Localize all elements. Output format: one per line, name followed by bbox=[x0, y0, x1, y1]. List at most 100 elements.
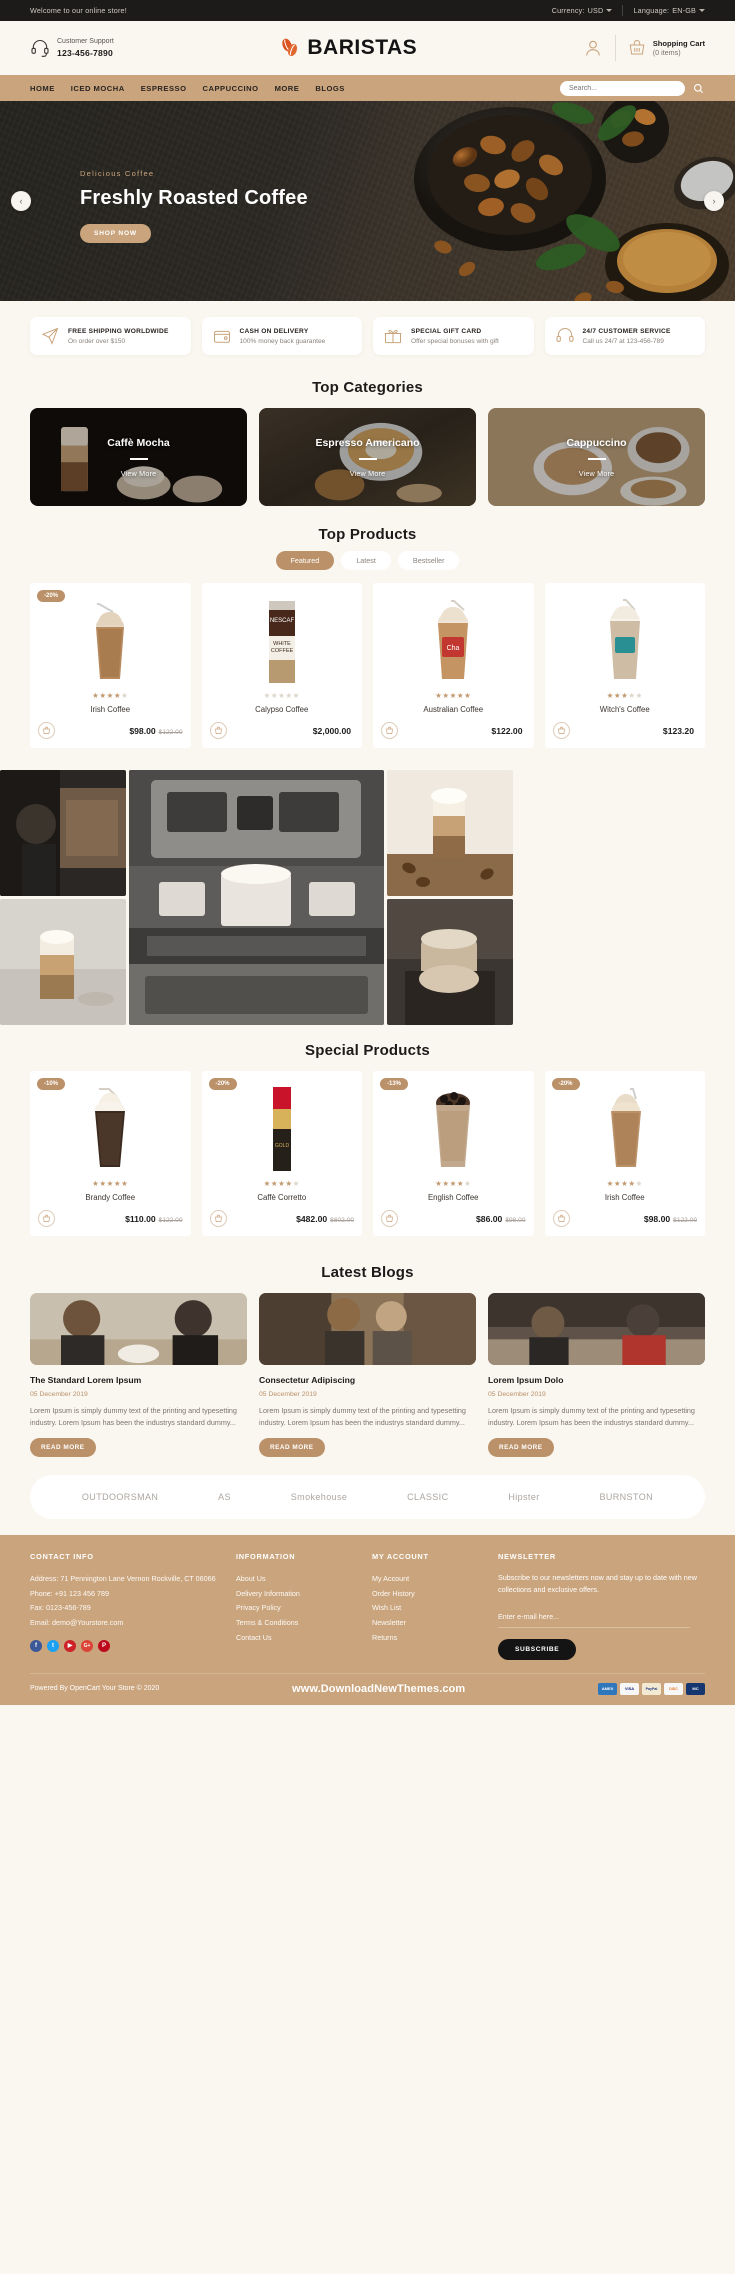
blog-image[interactable] bbox=[488, 1293, 705, 1365]
tab-bestseller[interactable]: Bestseller bbox=[397, 551, 460, 570]
footer-link-wish-list[interactable]: Wish List bbox=[372, 1601, 482, 1616]
category-card-mocha[interactable]: Caffè Mocha View More bbox=[30, 408, 247, 506]
nav-item-cappuccino[interactable]: CAPPUCCINO bbox=[203, 84, 259, 93]
user-account-icon[interactable] bbox=[583, 37, 603, 59]
product-card[interactable]: -10% ★★★★★ Brandy Coffee $110.00 $122.00 bbox=[30, 1071, 191, 1236]
carousel-prev-button[interactable]: ‹ bbox=[11, 191, 31, 211]
brand-logo-3[interactable]: Smokehouse bbox=[291, 1492, 348, 1502]
gallery-image-latte-glass[interactable] bbox=[0, 899, 126, 1025]
product-image bbox=[553, 1081, 698, 1173]
add-to-cart-icon[interactable] bbox=[209, 1210, 227, 1227]
blog-title[interactable]: Lorem Ipsum Dolo bbox=[488, 1375, 705, 1385]
product-card[interactable]: -20% ★★★★★ Irish Coffee $98.00 $122.00 bbox=[544, 1071, 705, 1236]
footer-link-newsletter[interactable]: Newsletter bbox=[372, 1616, 482, 1631]
blog-title[interactable]: The Standard Lorem Ipsum bbox=[30, 1375, 247, 1385]
cart-basket-icon bbox=[629, 40, 645, 55]
product-card[interactable]: -13% ★★★★★ English Coffee $86.00 $98.00 bbox=[373, 1071, 534, 1236]
product-price: $122.00 bbox=[491, 726, 525, 736]
product-card[interactable]: Cha ★★★★★ Australian Coffee $122.00 bbox=[373, 583, 534, 748]
nav-item-espresso[interactable]: ESPRESSO bbox=[141, 84, 187, 93]
add-to-cart-icon[interactable] bbox=[38, 722, 55, 739]
read-more-button[interactable]: READ MORE bbox=[259, 1437, 325, 1457]
product-price: $86.00 $98.00 bbox=[476, 1214, 525, 1224]
add-to-cart-icon[interactable] bbox=[209, 722, 227, 739]
chevron-down-icon bbox=[606, 9, 613, 12]
footer-link-privacy-policy[interactable]: Privacy Policy bbox=[236, 1601, 356, 1616]
brand-logo-4[interactable]: CLASSIC bbox=[407, 1492, 448, 1502]
shopping-cart[interactable]: Shopping Cart (0 items) bbox=[628, 38, 705, 58]
brand-logo[interactable]: BARISTAS bbox=[279, 36, 417, 60]
brand-logo-6[interactable]: BURNSTON bbox=[599, 1492, 653, 1502]
svg-text:COFFEE: COFFEE bbox=[271, 648, 294, 654]
service-title: SPECIAL GIFT CARD bbox=[411, 327, 482, 335]
footer-link-returns[interactable]: Returns bbox=[372, 1631, 482, 1646]
discount-badge: -20% bbox=[208, 1078, 237, 1090]
shop-now-button[interactable]: SHOP NOW bbox=[80, 224, 151, 244]
footer-link-contact-us[interactable]: Contact Us bbox=[236, 1631, 356, 1646]
category-content: Cappuccino View More bbox=[488, 408, 705, 506]
gallery-image-barista[interactable] bbox=[0, 770, 126, 896]
add-to-cart-icon[interactable] bbox=[552, 1210, 570, 1227]
category-view-more[interactable]: View More bbox=[579, 469, 615, 478]
nav-item-more[interactable]: MORE bbox=[275, 84, 300, 93]
payment-methods: AMEX VISA PayPal DISC MC bbox=[598, 1682, 705, 1695]
search-input[interactable] bbox=[560, 80, 685, 96]
product-card[interactable]: NESCAF WHITE COFFEE ★★★★★ Calypso Coffee… bbox=[201, 583, 362, 748]
facebook-icon[interactable]: f bbox=[30, 1639, 42, 1652]
footer-bottom-bar: Powered By OpenCart Your Store © 2020 ww… bbox=[30, 1672, 705, 1695]
pinterest-icon[interactable]: P bbox=[98, 1639, 110, 1652]
read-more-button[interactable]: READ MORE bbox=[488, 1437, 554, 1457]
add-to-cart-icon[interactable] bbox=[38, 1210, 55, 1227]
footer-address: Address: 71 Pennington Lane Vernon Rockv… bbox=[30, 1573, 216, 1583]
nav-item-iced-mocha[interactable]: ICED MOCHA bbox=[71, 84, 125, 93]
search-icon[interactable] bbox=[691, 81, 705, 95]
nav-item-home[interactable]: HOME bbox=[30, 84, 55, 93]
footer-link-delivery-information[interactable]: Delivery Information bbox=[236, 1587, 356, 1602]
tab-latest[interactable]: Latest bbox=[341, 551, 391, 570]
gallery-image-espresso-machine[interactable] bbox=[129, 770, 384, 1025]
subscribe-button[interactable]: SUBSCRIBE bbox=[498, 1638, 577, 1660]
read-more-button[interactable]: READ MORE bbox=[30, 1437, 96, 1457]
footer-link-about-us[interactable]: About Us bbox=[236, 1572, 356, 1587]
product-image bbox=[38, 593, 183, 685]
blog-image[interactable] bbox=[259, 1293, 476, 1365]
google-plus-icon[interactable]: G+ bbox=[81, 1639, 93, 1652]
brand-logo-2[interactable]: AS bbox=[218, 1492, 231, 1502]
tab-featured[interactable]: Featured bbox=[275, 551, 335, 570]
add-to-cart-icon[interactable] bbox=[552, 722, 570, 739]
category-view-more[interactable]: View More bbox=[350, 469, 386, 478]
product-card[interactable]: ★★★★★ Witch's Coffee $123.20 bbox=[544, 583, 705, 748]
add-to-cart-icon[interactable] bbox=[381, 722, 398, 739]
brand-logo-1[interactable]: OUTDOORSMAN bbox=[82, 1492, 158, 1502]
discover-icon: DISC bbox=[664, 1682, 683, 1695]
category-view-more[interactable]: View More bbox=[121, 469, 157, 478]
footer-link-terms-conditions[interactable]: Terms & Conditions bbox=[236, 1616, 356, 1631]
product-card[interactable]: -20% GOLD ★★★★★ Caffè Corretto $482.00 $6… bbox=[201, 1071, 362, 1236]
blog-date: 05 December 2019 bbox=[488, 1391, 546, 1398]
gallery-image-hands-cup[interactable] bbox=[387, 899, 513, 1025]
add-to-cart-icon[interactable] bbox=[381, 1210, 398, 1227]
newsletter-email-input[interactable] bbox=[498, 1608, 690, 1628]
twitter-icon[interactable]: t bbox=[47, 1639, 59, 1652]
footer-information-column: INFORMATION About Us Delivery Informatio… bbox=[236, 1552, 356, 1660]
youtube-icon[interactable]: ▶ bbox=[64, 1639, 76, 1652]
blog-title[interactable]: Consectetur Adipiscing bbox=[259, 1375, 476, 1385]
carousel-next-button[interactable]: › bbox=[704, 191, 724, 211]
brand-logo-5[interactable]: Hipster bbox=[508, 1492, 539, 1502]
category-name: Cappuccino bbox=[566, 436, 627, 449]
product-rating: ★★★★★ bbox=[606, 1179, 643, 1188]
categories-grid: Caffè Mocha View More Espresso Americano… bbox=[0, 408, 735, 512]
category-card-americano[interactable]: Espresso Americano View More bbox=[259, 408, 476, 506]
footer-link-order-history[interactable]: Order History bbox=[372, 1587, 482, 1602]
product-card[interactable]: -20% ★★★★★ Irish Coffee $98.00 $122.00 bbox=[30, 583, 191, 748]
product-footer: $98.00 $122.00 bbox=[552, 1210, 697, 1227]
category-card-cappuccino[interactable]: Cappuccino View More bbox=[488, 408, 705, 506]
photo-gallery bbox=[0, 762, 735, 1028]
blog-image[interactable] bbox=[30, 1293, 247, 1365]
footer-link-my-account[interactable]: My Account bbox=[372, 1572, 482, 1587]
currency-selector[interactable]: Currency: USD bbox=[552, 6, 613, 15]
divider bbox=[129, 457, 148, 460]
nav-item-blogs[interactable]: BLOGS bbox=[315, 84, 345, 93]
language-selector[interactable]: Language: EN-GB bbox=[633, 6, 705, 15]
gallery-image-latte-beans[interactable] bbox=[387, 770, 513, 896]
